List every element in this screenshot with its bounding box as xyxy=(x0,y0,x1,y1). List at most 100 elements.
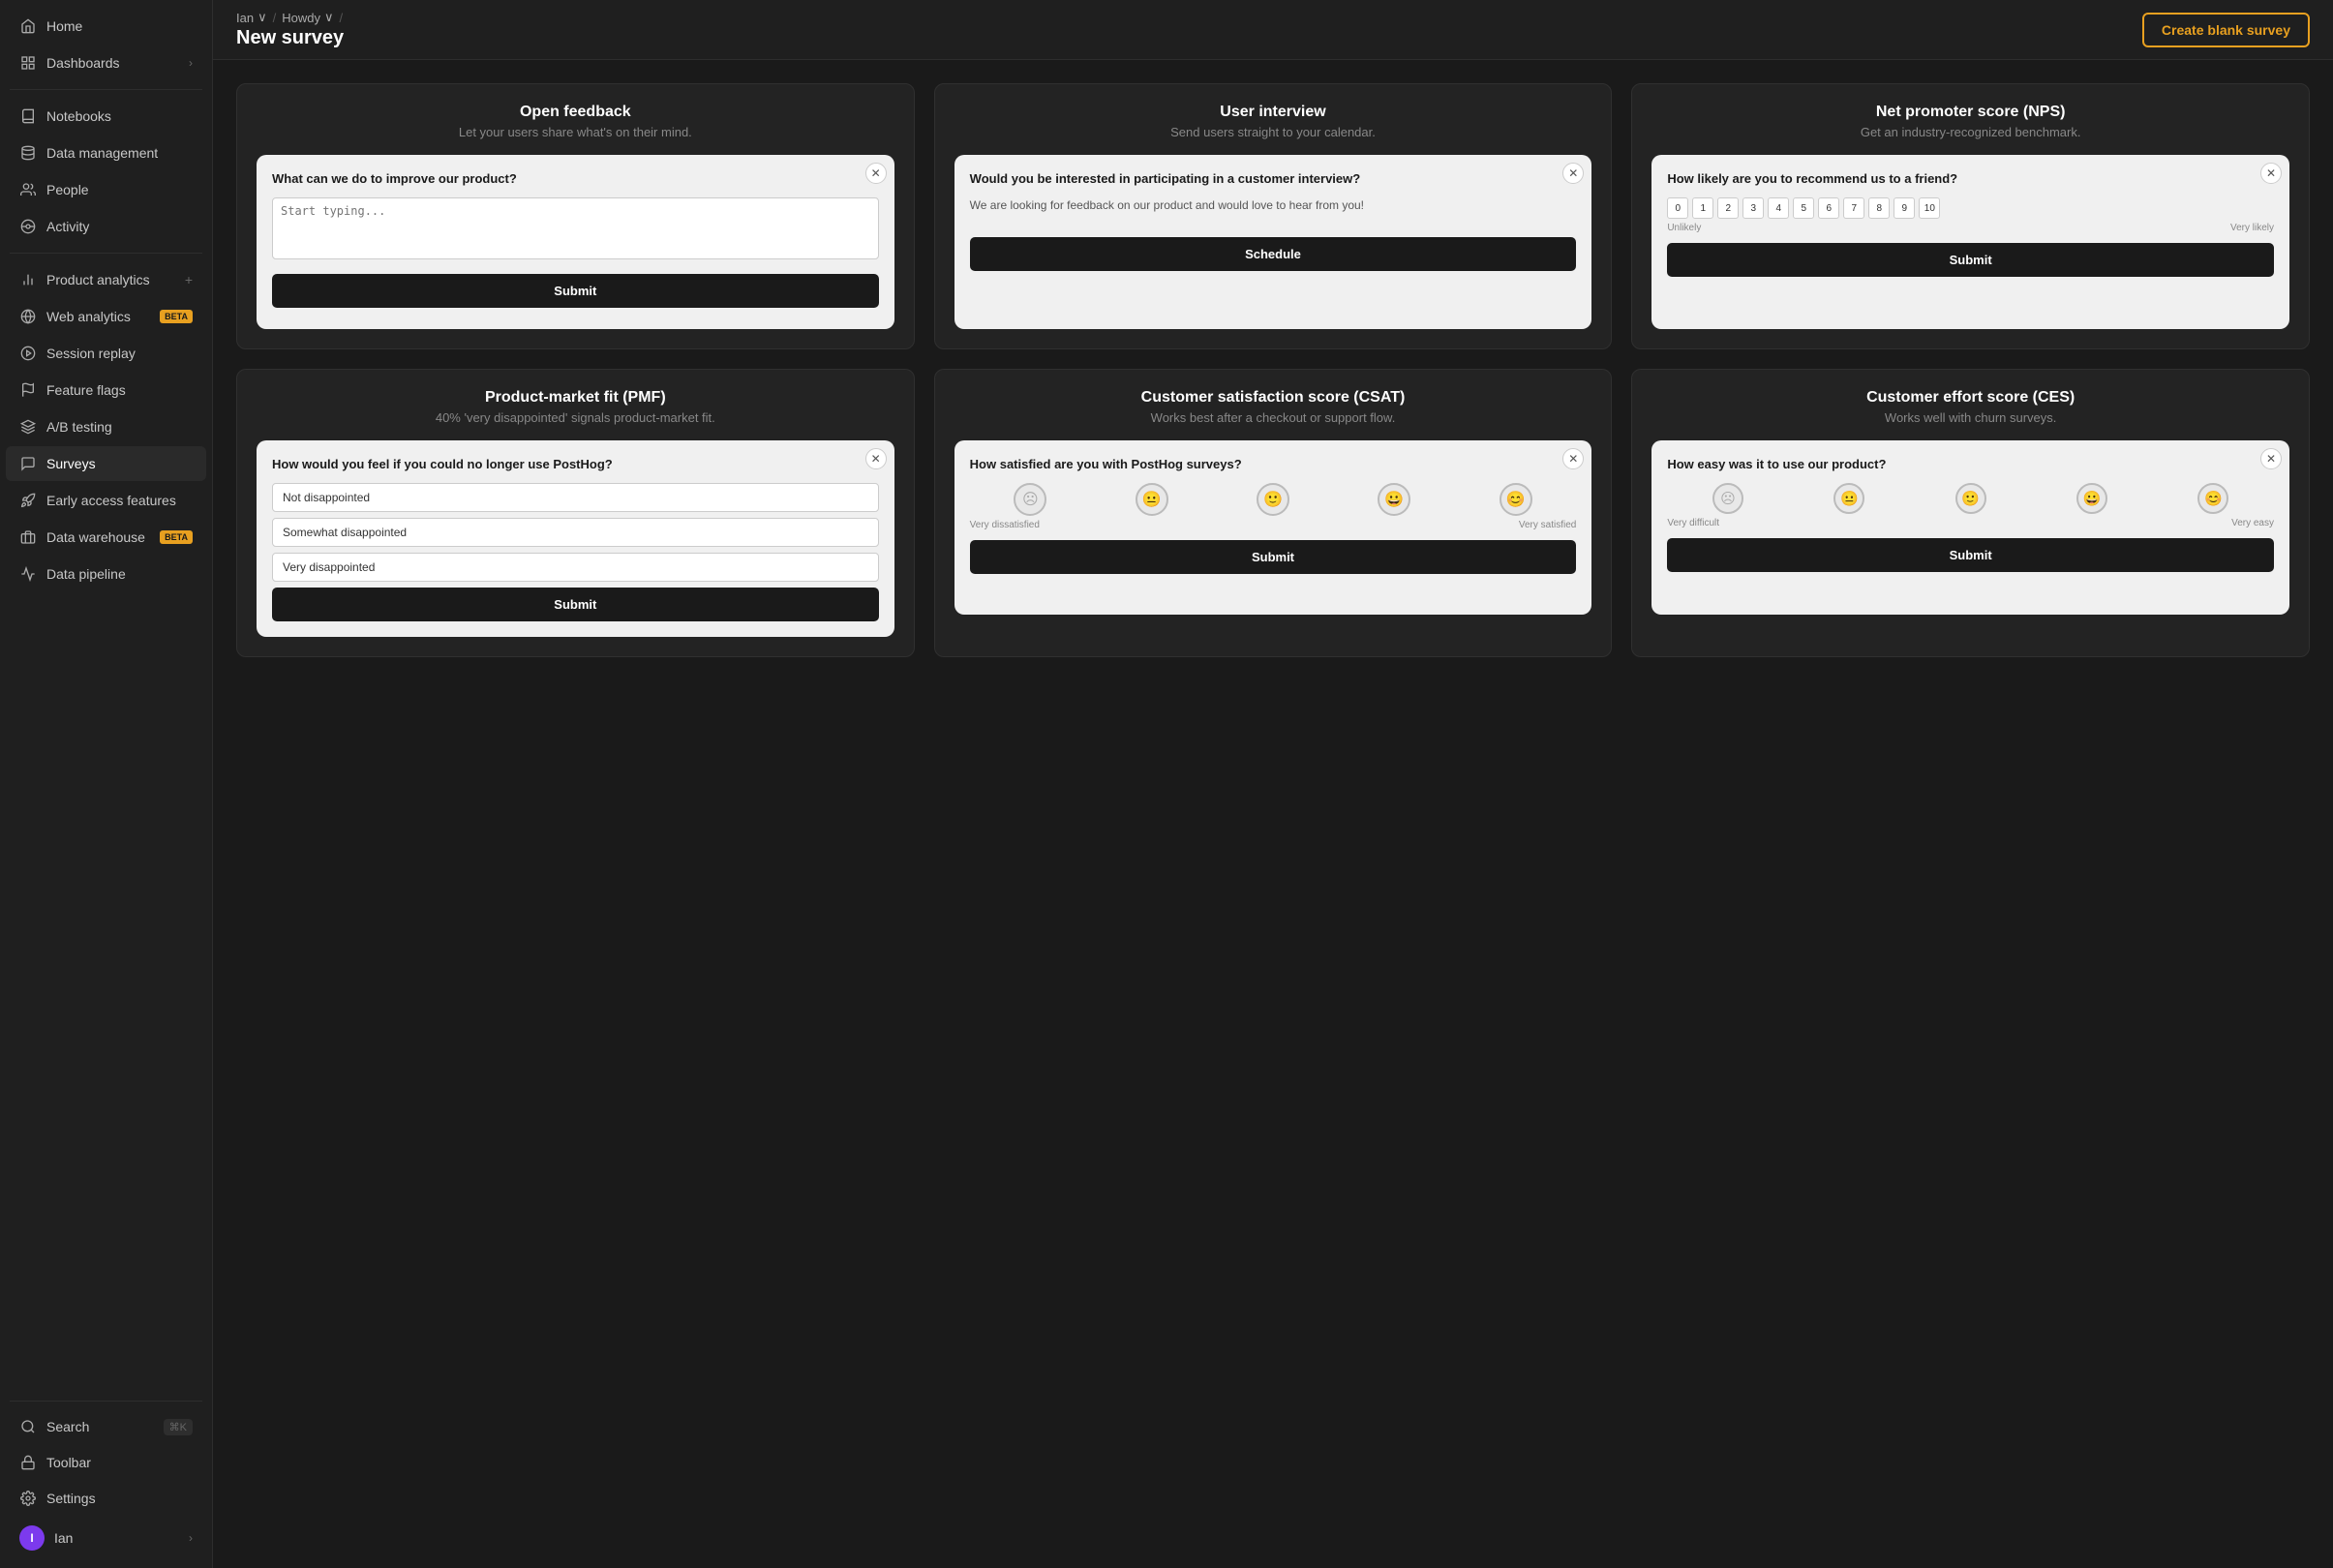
product-analytics-plus[interactable]: + xyxy=(185,272,193,287)
nps-10[interactable]: 10 xyxy=(1919,197,1940,219)
sidebar-bottom: Search ⌘K Toolbar Settings I Ian › xyxy=(0,1393,212,1560)
sidebar-item-home-label: Home xyxy=(46,18,193,34)
ces-question: How easy was it to use our product? xyxy=(1667,456,2274,473)
rocket-icon xyxy=(19,492,37,509)
csat-label-low: Very dissatisfied xyxy=(970,520,1040,530)
breadcrumb-howdy[interactable]: Howdy ∨ xyxy=(282,10,333,25)
settings-icon xyxy=(19,1490,37,1507)
data-management-icon xyxy=(19,144,37,162)
user-interview-close[interactable]: ✕ xyxy=(1562,163,1584,184)
open-feedback-close[interactable]: ✕ xyxy=(865,163,887,184)
sidebar-item-data-warehouse[interactable]: Data warehouse BETA xyxy=(6,520,206,555)
sidebar-item-dashboards[interactable]: Dashboards › xyxy=(6,45,206,80)
nps-5[interactable]: 5 xyxy=(1793,197,1814,219)
csat-submit[interactable]: Submit xyxy=(970,540,1577,574)
sidebar-item-notebooks[interactable]: Notebooks xyxy=(6,99,206,134)
sidebar-item-ab-testing-label: A/B testing xyxy=(46,419,193,435)
sidebar-item-data-management[interactable]: Data management xyxy=(6,136,206,170)
ab-icon xyxy=(19,418,37,436)
sidebar-item-session-replay[interactable]: Session replay xyxy=(6,336,206,371)
csat-widget: ✕ How satisfied are you with PostHog sur… xyxy=(954,440,1592,615)
ces-close[interactable]: ✕ xyxy=(2260,448,2282,469)
csat-emoji-5[interactable]: 😊 xyxy=(1500,483,1532,516)
csat-question: How satisfied are you with PostHog surve… xyxy=(970,456,1577,473)
nps-close[interactable]: ✕ xyxy=(2260,163,2282,184)
sidebar-item-web-analytics[interactable]: Web analytics BETA xyxy=(6,299,206,334)
ces-emoji-5[interactable]: 😊 xyxy=(2197,483,2228,514)
sidebar-item-people[interactable]: People xyxy=(6,172,206,207)
open-feedback-subtitle: Let your users share what's on their min… xyxy=(257,125,894,139)
sidebar-item-product-analytics[interactable]: Product analytics + xyxy=(6,262,206,297)
nps-title: Net promoter score (NPS) xyxy=(1651,104,2289,121)
csat-emoji-4[interactable]: 😀 xyxy=(1378,483,1410,516)
pmf-subtitle: 40% 'very disappointed' signals product-… xyxy=(257,410,894,425)
sidebar-item-home[interactable]: Home xyxy=(6,9,206,44)
nps-3[interactable]: 3 xyxy=(1742,197,1764,219)
sidebar-item-session-replay-label: Session replay xyxy=(46,346,193,361)
web-analytics-beta-badge: BETA xyxy=(160,310,193,323)
pmf-submit[interactable]: Submit xyxy=(272,588,879,621)
csat-emoji-1[interactable]: ☹ xyxy=(1014,483,1046,516)
create-blank-survey-button[interactable]: Create blank survey xyxy=(2142,13,2310,47)
sidebar-item-activity[interactable]: Activity xyxy=(6,209,206,244)
breadcrumb-ian[interactable]: Ian ∨ xyxy=(236,10,267,25)
ces-emoji-4[interactable]: 😀 xyxy=(2076,483,2107,514)
nps-labels: Unlikely Very likely xyxy=(1667,223,2274,233)
csat-close[interactable]: ✕ xyxy=(1562,448,1584,469)
pmf-close[interactable]: ✕ xyxy=(865,448,887,469)
pmf-option-1[interactable]: Not disappointed xyxy=(272,483,879,512)
survey-card-nps[interactable]: Net promoter score (NPS) Get an industry… xyxy=(1631,83,2310,349)
sidebar-item-toolbar[interactable]: Toolbar xyxy=(6,1445,206,1480)
replay-icon xyxy=(19,345,37,362)
survey-card-user-interview[interactable]: User interview Send users straight to yo… xyxy=(934,83,1613,349)
nps-2[interactable]: 2 xyxy=(1717,197,1739,219)
sidebar-item-toolbar-label: Toolbar xyxy=(46,1455,193,1470)
survey-card-csat[interactable]: Customer satisfaction score (CSAT) Works… xyxy=(934,369,1613,657)
nps-8[interactable]: 8 xyxy=(1868,197,1890,219)
dashboard-icon xyxy=(19,54,37,72)
nps-submit[interactable]: Submit xyxy=(1667,243,2274,277)
breadcrumb: Ian ∨ / Howdy ∨ / xyxy=(236,10,344,25)
sidebar-item-people-label: People xyxy=(46,182,193,197)
pmf-title: Product-market fit (PMF) xyxy=(257,389,894,407)
sidebar-item-ab-testing[interactable]: A/B testing xyxy=(6,409,206,444)
open-feedback-textarea[interactable] xyxy=(272,197,879,259)
ces-emoji-1[interactable]: ☹ xyxy=(1712,483,1743,514)
nps-0[interactable]: 0 xyxy=(1667,197,1688,219)
sidebar-item-user[interactable]: I Ian › xyxy=(6,1517,206,1559)
sidebar-item-early-access-label: Early access features xyxy=(46,493,193,508)
nps-scale: 0 1 2 3 4 5 6 7 8 9 10 xyxy=(1667,197,2274,219)
nps-6[interactable]: 6 xyxy=(1818,197,1839,219)
nps-7[interactable]: 7 xyxy=(1843,197,1864,219)
sidebar-divider-2 xyxy=(10,253,202,254)
user-interview-schedule[interactable]: Schedule xyxy=(970,237,1577,271)
sidebar-item-search[interactable]: Search ⌘K xyxy=(6,1409,206,1444)
user-interview-title: User interview xyxy=(954,104,1592,121)
survey-card-pmf[interactable]: Product-market fit (PMF) 40% 'very disap… xyxy=(236,369,915,657)
pmf-option-2[interactable]: Somewhat disappointed xyxy=(272,518,879,547)
sidebar-item-settings[interactable]: Settings xyxy=(6,1481,206,1516)
csat-emoji-row: ☹ 😐 🙂 😀 😊 xyxy=(970,483,1577,516)
nps-4[interactable]: 4 xyxy=(1768,197,1789,219)
sidebar-item-data-pipeline[interactable]: Data pipeline xyxy=(6,557,206,591)
survey-card-open-feedback[interactable]: Open feedback Let your users share what'… xyxy=(236,83,915,349)
nps-9[interactable]: 9 xyxy=(1894,197,1915,219)
pmf-question: How would you feel if you could no longe… xyxy=(272,456,879,473)
survey-card-ces[interactable]: Customer effort score (CES) Works well w… xyxy=(1631,369,2310,657)
sidebar-item-settings-label: Settings xyxy=(46,1491,193,1506)
ces-submit[interactable]: Submit xyxy=(1667,538,2274,572)
csat-emoji-2[interactable]: 😐 xyxy=(1136,483,1168,516)
open-feedback-submit[interactable]: Submit xyxy=(272,274,879,308)
pmf-option-3[interactable]: Very disappointed xyxy=(272,553,879,582)
nps-subtitle: Get an industry-recognized benchmark. xyxy=(1651,125,2289,139)
sidebar-item-early-access[interactable]: Early access features xyxy=(6,483,206,518)
ces-emoji-2[interactable]: 😐 xyxy=(1833,483,1864,514)
ces-emoji-3[interactable]: 🙂 xyxy=(1955,483,1986,514)
ces-labels: Very difficult Very easy xyxy=(1667,518,2274,528)
sidebar-item-surveys[interactable]: Surveys xyxy=(6,446,206,481)
sidebar-bottom-divider xyxy=(10,1401,202,1402)
nps-1[interactable]: 1 xyxy=(1692,197,1713,219)
csat-emoji-3[interactable]: 🙂 xyxy=(1257,483,1289,516)
sidebar-item-feature-flags[interactable]: Feature flags xyxy=(6,373,206,407)
user-interview-subtitle: Send users straight to your calendar. xyxy=(954,125,1592,139)
